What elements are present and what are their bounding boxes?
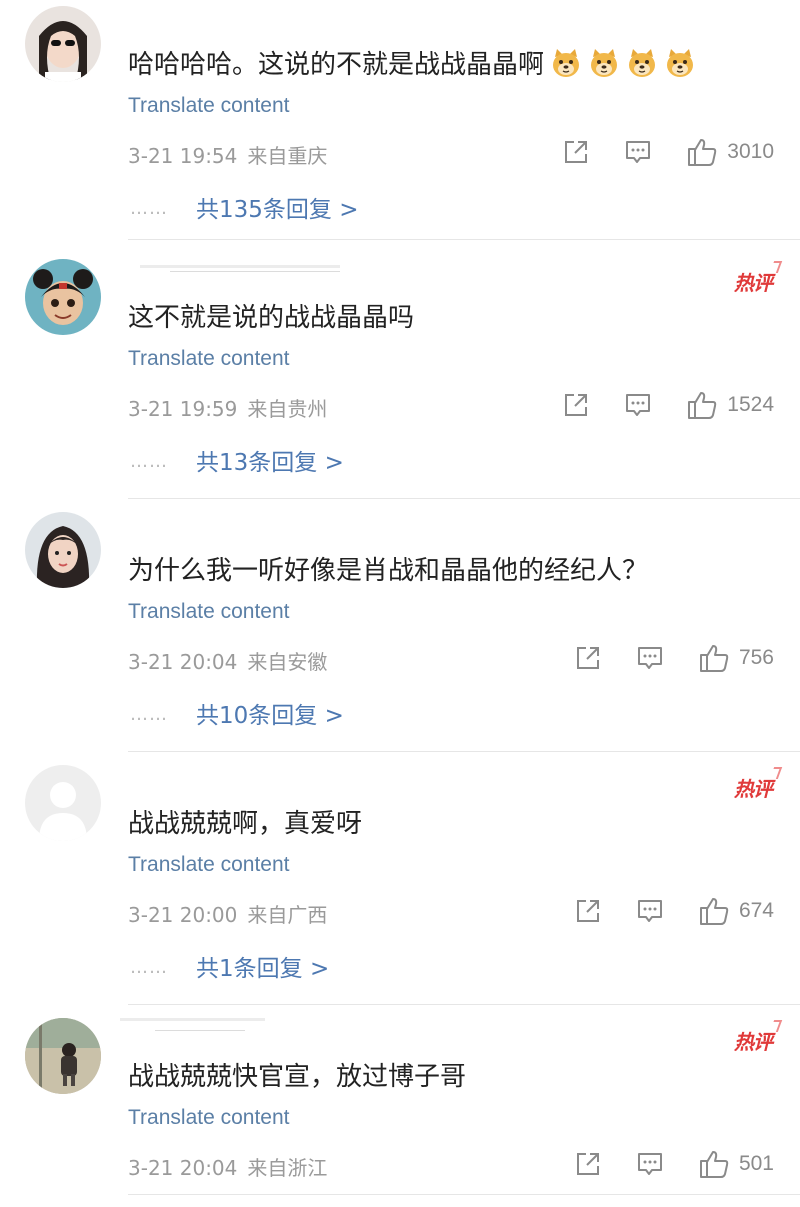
share-icon[interactable] xyxy=(575,1151,601,1177)
divider xyxy=(128,751,800,752)
replies-link[interactable]: …… 共135条回复 > xyxy=(130,190,358,224)
like-count: 756 xyxy=(738,646,774,669)
avatar[interactable] xyxy=(25,1018,101,1094)
avatar[interactable] xyxy=(25,259,101,335)
doge-emoji-icon xyxy=(667,49,694,77)
comment-location: 来自贵州 xyxy=(247,397,328,421)
comment-icon[interactable] xyxy=(625,139,651,165)
replies-link[interactable]: …… 共10条回复 > xyxy=(130,696,344,730)
comment-date: 3-21 19:54 xyxy=(128,144,238,168)
comment-icon[interactable] xyxy=(637,898,663,924)
comment-item: 热评 这不就是说的战战晶晶吗 Translate content 3-21 19… xyxy=(0,253,800,506)
like-count: 1524 xyxy=(727,393,774,416)
like-count: 501 xyxy=(738,1152,774,1175)
replies-count: 共135条回复 > xyxy=(196,197,359,223)
comment-text: 战战兢兢快官宣，放过博子哥 xyxy=(128,1062,467,1092)
comment-item: 热评 战战兢兢快官宣，放过博子哥 Translate content 3-21 … xyxy=(0,1012,800,1207)
share-icon[interactable] xyxy=(563,392,589,418)
translate-link[interactable]: Translate content xyxy=(128,94,289,118)
comment-text: 哈哈哈哈。这说的不就是战战晶晶啊 xyxy=(128,44,696,81)
comment-actions: 1524 xyxy=(527,389,774,421)
thumbs-up-icon[interactable] xyxy=(699,1149,729,1179)
replies-link[interactable]: …… 共1条回复 > xyxy=(130,949,329,983)
comment-location: 来自安徽 xyxy=(247,650,328,674)
avatar[interactable] xyxy=(25,6,101,82)
thumbs-up-icon[interactable] xyxy=(699,643,729,673)
comment-meta: 3-21 20:04 来自安徽 xyxy=(128,646,327,675)
comment-actions: 674 xyxy=(539,895,774,927)
comment-icon[interactable] xyxy=(637,1151,663,1177)
username-underline xyxy=(170,271,340,272)
emoji-row xyxy=(544,49,696,80)
doge-emoji-icon xyxy=(591,49,618,77)
share-icon[interactable] xyxy=(563,139,589,165)
reply-dots: …… xyxy=(130,198,168,219)
comment-date: 3-21 19:59 xyxy=(128,397,238,421)
divider xyxy=(128,498,800,499)
divider xyxy=(128,1004,800,1005)
comment-item: 哈哈哈哈。这说的不就是战战晶晶啊 Translate content 3-21 … xyxy=(0,0,800,253)
username-placeholder[interactable] xyxy=(140,265,340,268)
comment-date: 3-21 20:04 xyxy=(128,650,238,674)
translate-link[interactable]: Translate content xyxy=(128,600,289,624)
comment-icon[interactable] xyxy=(625,392,651,418)
thumbs-up-icon[interactable] xyxy=(687,137,717,167)
hot-comment-badge: 热评 xyxy=(734,267,773,296)
reply-dots: …… xyxy=(130,704,168,725)
comment-text: 战战兢兢啊，真爱呀 xyxy=(128,809,363,839)
translate-link[interactable]: Translate content xyxy=(128,347,289,371)
translate-link[interactable]: Translate content xyxy=(128,853,289,877)
comment-meta: 3-21 19:59 来自贵州 xyxy=(128,393,327,422)
reply-dots: …… xyxy=(130,451,168,472)
divider xyxy=(128,1194,800,1195)
username-placeholder[interactable] xyxy=(120,1018,265,1021)
comment-location: 来自浙江 xyxy=(247,1156,328,1180)
translate-link[interactable]: Translate content xyxy=(128,1106,289,1130)
comment-meta: 3-21 20:00 来自广西 xyxy=(128,899,327,928)
hot-comment-badge: 热评 xyxy=(734,773,773,802)
comment-meta: 3-21 20:04 来自浙江 xyxy=(128,1152,327,1181)
comment-item: 为什么我一听好像是肖战和晶晶他的经纪人？ Translate content 3… xyxy=(0,506,800,759)
comment-text: 为什么我一听好像是肖战和晶晶他的经纪人？ xyxy=(128,556,649,586)
comment-location: 来自重庆 xyxy=(247,144,328,168)
replies-count: 共13条回复 > xyxy=(196,450,344,476)
comment-actions: 756 xyxy=(539,642,774,674)
doge-emoji-icon xyxy=(629,49,656,77)
comment-icon[interactable] xyxy=(637,645,663,671)
comment-date: 3-21 20:04 xyxy=(128,1156,238,1180)
comment-text: 这不就是说的战战晶晶吗 xyxy=(128,303,415,333)
thumbs-up-icon[interactable] xyxy=(687,390,717,420)
share-icon[interactable] xyxy=(575,645,601,671)
comment-meta: 3-21 19:54 来自重庆 xyxy=(128,140,327,169)
hot-comment-badge: 热评 xyxy=(734,1026,773,1055)
like-count: 674 xyxy=(738,899,774,922)
doge-emoji-icon xyxy=(553,49,580,77)
reply-dots: …… xyxy=(130,957,168,978)
replies-count: 共1条回复 > xyxy=(196,956,330,982)
comment-location: 来自广西 xyxy=(247,903,328,927)
share-icon[interactable] xyxy=(575,898,601,924)
comment-date: 3-21 20:00 xyxy=(128,903,238,927)
avatar[interactable] xyxy=(25,765,101,841)
replies-link[interactable]: …… 共13条回复 > xyxy=(130,443,344,477)
username-underline xyxy=(155,1030,245,1031)
comment-actions: 501 xyxy=(539,1148,774,1180)
comment-item: 热评 战战兢兢啊，真爱呀 Translate content 3-21 20:0… xyxy=(0,759,800,1012)
like-count: 3010 xyxy=(727,140,774,163)
comment-actions: 3010 xyxy=(527,136,774,168)
divider xyxy=(128,239,800,240)
replies-count: 共10条回复 > xyxy=(196,703,344,729)
avatar[interactable] xyxy=(25,512,101,588)
thumbs-up-icon[interactable] xyxy=(699,896,729,926)
